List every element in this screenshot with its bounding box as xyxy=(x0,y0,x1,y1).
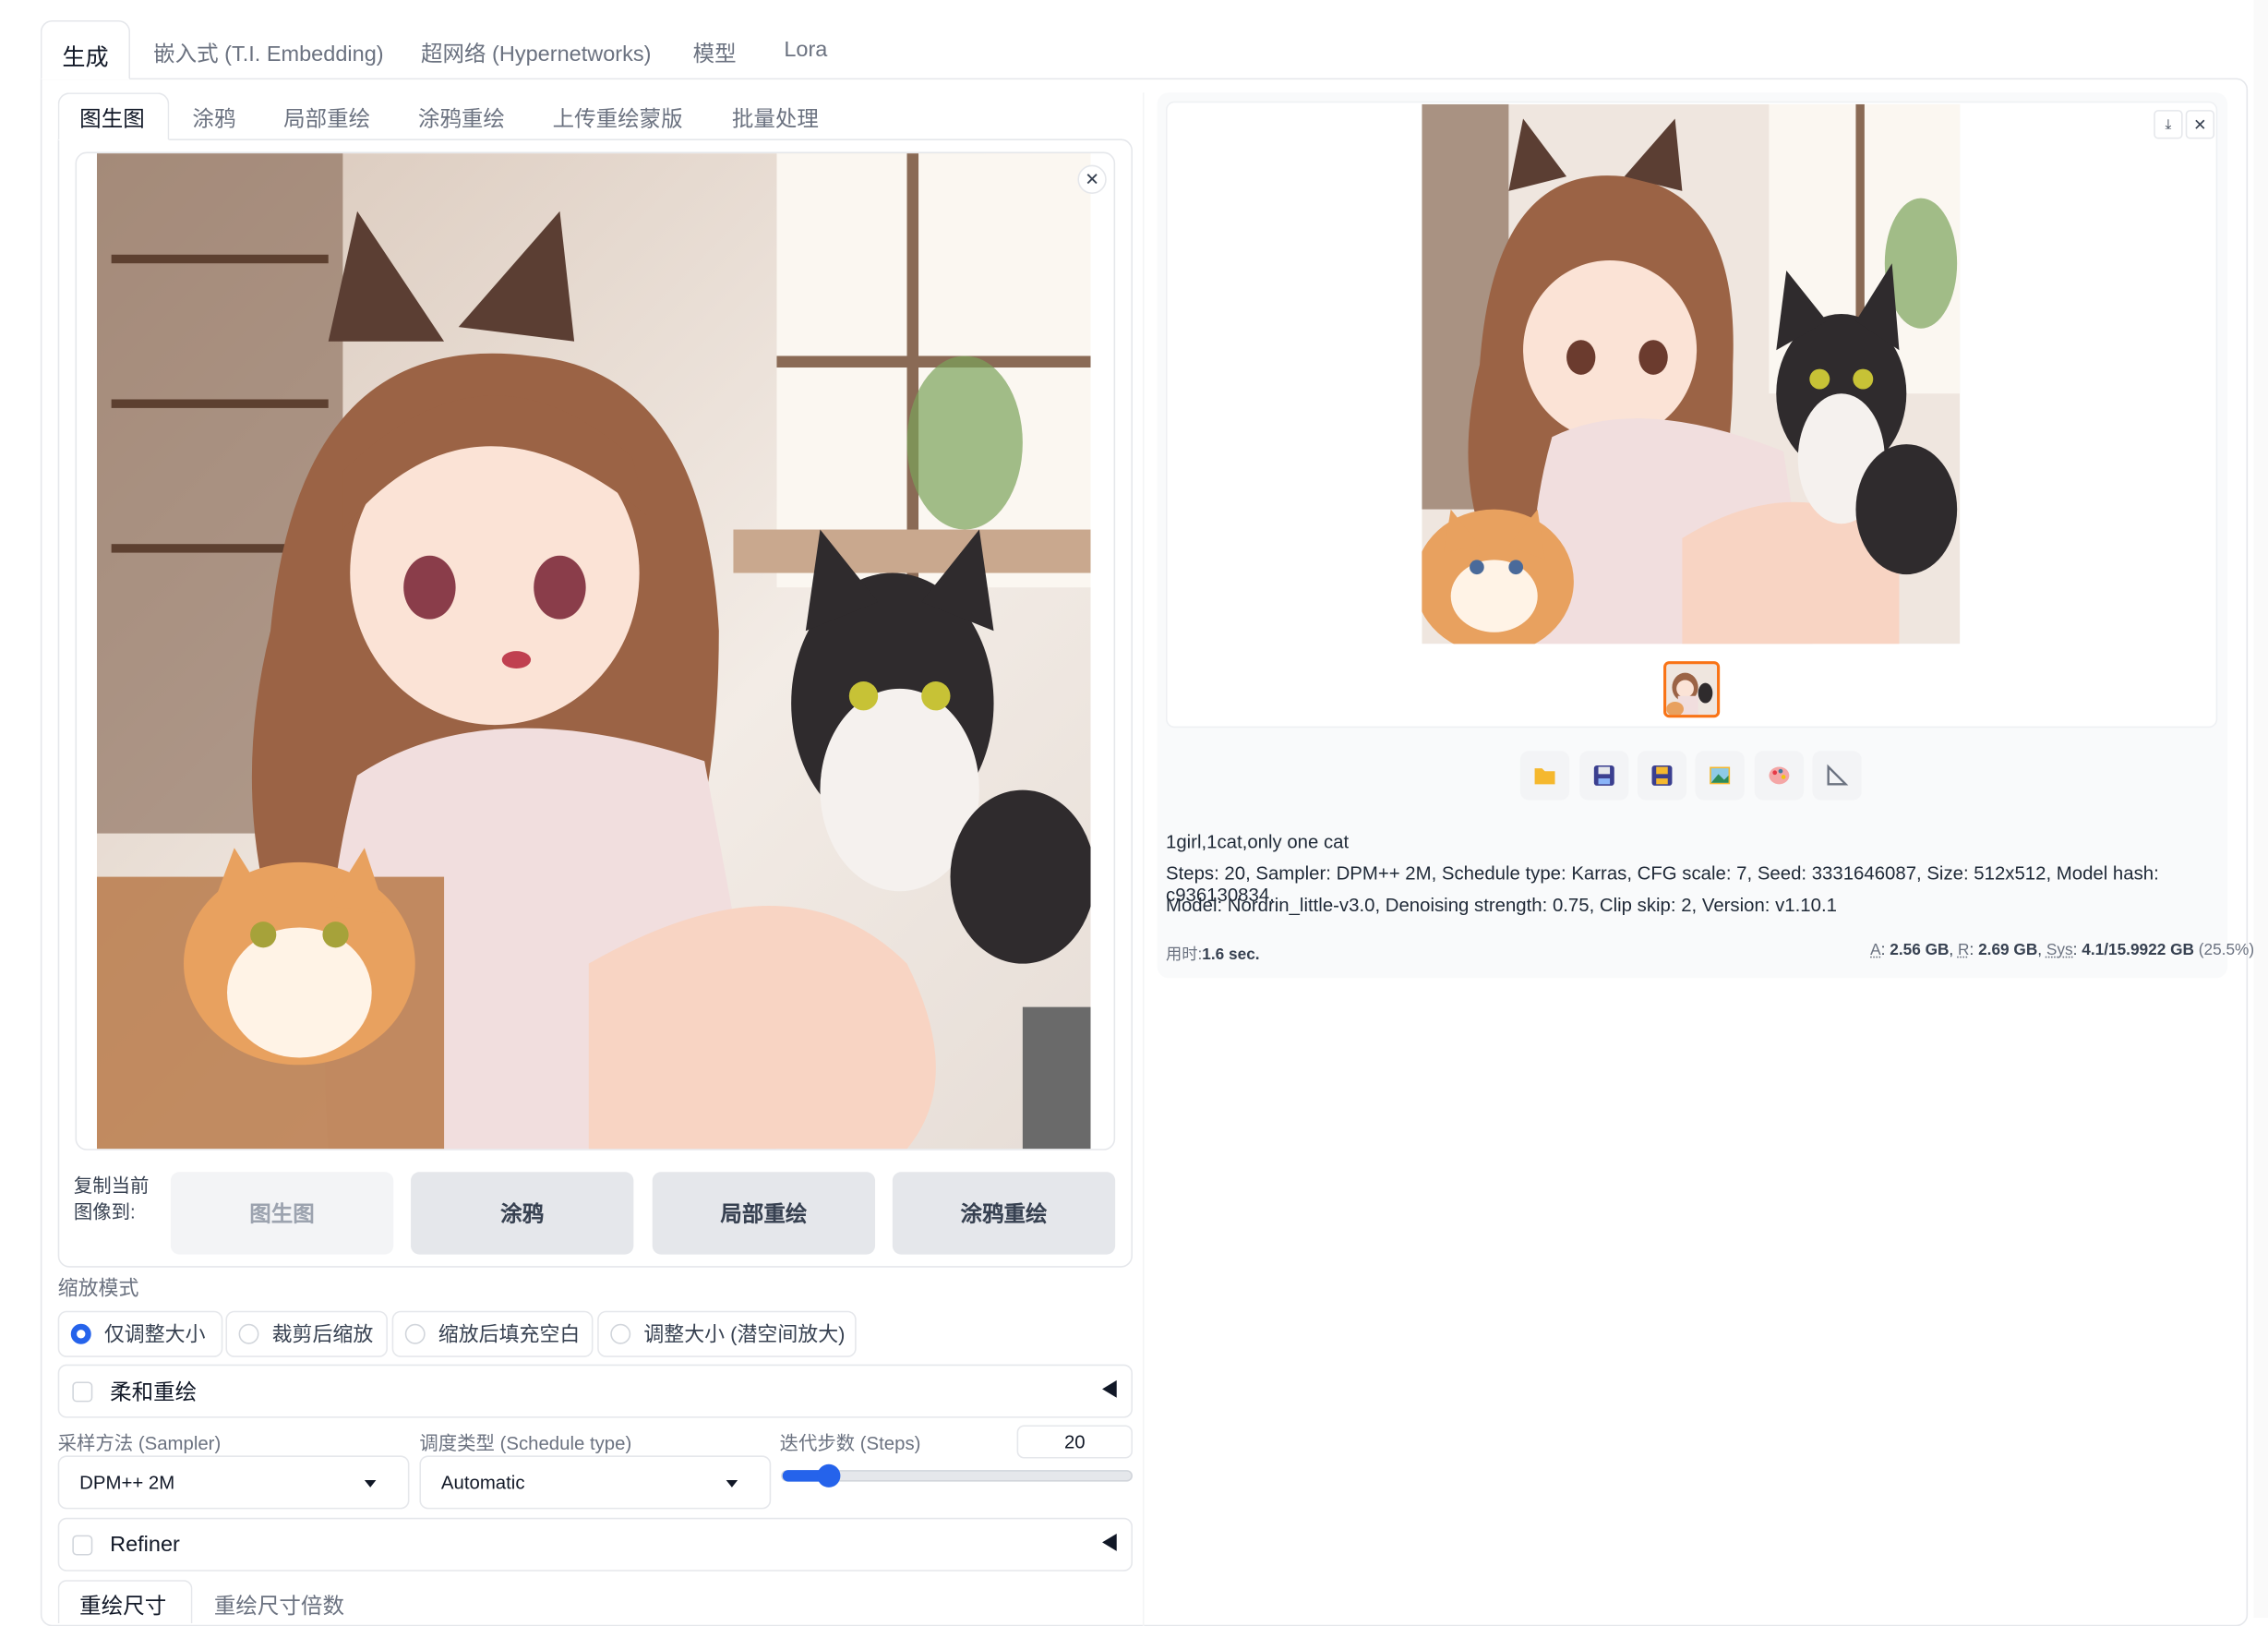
send-to-img2img-icon xyxy=(1710,766,1731,785)
zip-icon xyxy=(1651,765,1673,786)
send-to-img2img-button[interactable] xyxy=(1695,751,1745,801)
sub-tab-sketch[interactable]: 涂鸦 xyxy=(192,102,235,133)
scrollbar-track[interactable] xyxy=(2253,0,2268,1618)
tab-generate[interactable]: 生成 xyxy=(62,38,108,73)
dropdown-arrow-icon xyxy=(364,1480,377,1487)
tab-resize-by[interactable]: 重绘尺寸倍数 xyxy=(214,1590,344,1620)
sampler-dropdown[interactable]: DPM++ 2M xyxy=(57,1455,410,1510)
folder-icon xyxy=(1534,768,1555,785)
radio-empty-icon xyxy=(610,1323,631,1344)
save-zip-button[interactable] xyxy=(1637,751,1687,801)
vram-percent: (25.5%) xyxy=(2198,942,2255,959)
resize-option-label: 缩放后填充空白 xyxy=(438,1322,581,1346)
schedule-type-dropdown[interactable]: Automatic xyxy=(419,1455,772,1510)
steps-value: 20 xyxy=(1063,1430,1086,1453)
soft-inpainting-label: 柔和重绘 xyxy=(110,1379,198,1405)
schedule-type-label: 调度类型 (Schedule type) xyxy=(419,1432,632,1454)
steps-label: 迭代步数 (Steps) xyxy=(779,1432,921,1454)
open-folder-button[interactable] xyxy=(1519,751,1570,801)
copy-to-inpaint-button[interactable]: 局部重绘 xyxy=(652,1172,876,1255)
send-to-inpaint-button[interactable] xyxy=(1754,751,1805,801)
close-icon: ✕ xyxy=(2193,116,2207,134)
sub-tab-batch[interactable]: 批量处理 xyxy=(732,102,819,133)
clear-input-image-button[interactable]: ✕ xyxy=(1077,164,1107,194)
tab-embedding[interactable]: 嵌入式 (T.I. Embedding) xyxy=(153,38,383,68)
soft-inpainting-accordion[interactable]: 柔和重绘 xyxy=(57,1364,1133,1418)
tab-hypernetworks[interactable]: 超网络 (Hypernetworks) xyxy=(421,38,651,68)
resize-fill-option[interactable]: 缩放后填充空白 xyxy=(391,1310,594,1357)
steps-slider-thumb[interactable] xyxy=(816,1463,840,1487)
gallery-thumbnail[interactable] xyxy=(1663,661,1721,718)
collapse-arrow-icon[interactable] xyxy=(1102,1379,1117,1398)
steps-slider-track[interactable] xyxy=(781,1463,1133,1487)
refiner-label: Refiner xyxy=(110,1532,180,1558)
vram-r-label: R xyxy=(1958,942,1970,959)
resize-option-label: 裁剪后缩放 xyxy=(271,1322,374,1346)
resize-latent-option[interactable]: 调整大小 (潜空间放大) xyxy=(597,1310,857,1357)
close-gallery-button[interactable]: ✕ xyxy=(2185,110,2215,139)
soft-inpainting-checkbox[interactable] xyxy=(72,1380,93,1402)
collapse-arrow-icon[interactable] xyxy=(1102,1534,1117,1551)
copy-to-sketch-button[interactable]: 涂鸦 xyxy=(411,1172,634,1255)
sampler-label: 采样方法 (Sampler) xyxy=(57,1432,222,1454)
refiner-checkbox[interactable] xyxy=(72,1534,93,1555)
sub-tab-inpaint[interactable]: 局部重绘 xyxy=(283,102,370,133)
time-value: 1.6 sec. xyxy=(1202,945,1260,964)
output-image[interactable] xyxy=(1422,103,1961,644)
dropdown-arrow-icon xyxy=(726,1480,738,1487)
sub-tab-img2img[interactable]: 图生图 xyxy=(79,102,145,133)
output-params-line-2: Model: Nordrin_little-v3.0, Denoising st… xyxy=(1166,894,1837,916)
send-to-extras-button[interactable] xyxy=(1812,751,1862,801)
sub-tab-inpaint-sketch[interactable]: 涂鸦重绘 xyxy=(418,102,505,133)
schedule-type-value: Automatic xyxy=(440,1471,525,1494)
tab-resize-to[interactable]: 重绘尺寸 xyxy=(79,1590,166,1620)
thumbnail-image xyxy=(1666,664,1718,716)
steps-number-input[interactable]: 20 xyxy=(1016,1425,1133,1459)
vram-a-label: A xyxy=(1870,942,1881,959)
save-icon xyxy=(1593,765,1614,786)
tab-models[interactable]: 模型 xyxy=(693,38,737,68)
output-prompt: 1girl,1cat,only one cat xyxy=(1166,830,1350,852)
copy-to-inpaint-sketch-button[interactable]: 涂鸦重绘 xyxy=(892,1172,1116,1255)
download-button[interactable]: ⤓ xyxy=(2154,110,2183,139)
resize-crop-option[interactable]: 裁剪后缩放 xyxy=(225,1310,388,1357)
resize-option-label: 仅调整大小 xyxy=(103,1322,206,1346)
vram-sys-label: Sys xyxy=(2046,942,2073,959)
vram-a-value: 2.56 GB xyxy=(1890,942,1950,959)
radio-empty-icon xyxy=(404,1323,426,1344)
resize-mode-label: 缩放模式 xyxy=(57,1276,139,1300)
close-icon: ✕ xyxy=(1085,169,1099,190)
vram-r-value: 2.69 GB xyxy=(1978,942,2038,959)
copy-to-label: 复制当前图像到: xyxy=(73,1174,150,1223)
send-to-extras-icon xyxy=(1827,764,1849,786)
radio-empty-icon xyxy=(238,1323,259,1344)
time-taken: 用时:1.6 sec. xyxy=(1166,942,1260,965)
sampler-value: DPM++ 2M xyxy=(79,1471,175,1494)
tab-lora[interactable]: Lora xyxy=(784,38,827,63)
time-label: 用时: xyxy=(1166,945,1203,964)
radio-selected-icon xyxy=(70,1323,91,1344)
sub-tab-inpaint-upload[interactable]: 上传重绘蒙版 xyxy=(553,102,683,133)
resize-option-label: 调整大小 (潜空间放大) xyxy=(643,1322,846,1346)
send-to-inpaint-icon xyxy=(1769,766,1790,785)
column-divider xyxy=(1142,92,1145,1626)
save-button[interactable] xyxy=(1579,751,1629,801)
vram-usage: A: 2.56 GB, R: 2.69 GB, Sys: 4.1/15.9922… xyxy=(1870,942,2255,959)
download-icon: ⤓ xyxy=(2165,116,2172,133)
resize-just-resize-option[interactable]: 仅调整大小 xyxy=(57,1310,223,1357)
vram-sys-value: 4.1/15.9922 GB xyxy=(2082,942,2194,959)
refiner-accordion[interactable]: Refiner xyxy=(57,1517,1133,1572)
copy-to-img2img-button[interactable]: 图生图 xyxy=(170,1172,394,1255)
input-image xyxy=(96,153,1091,1150)
